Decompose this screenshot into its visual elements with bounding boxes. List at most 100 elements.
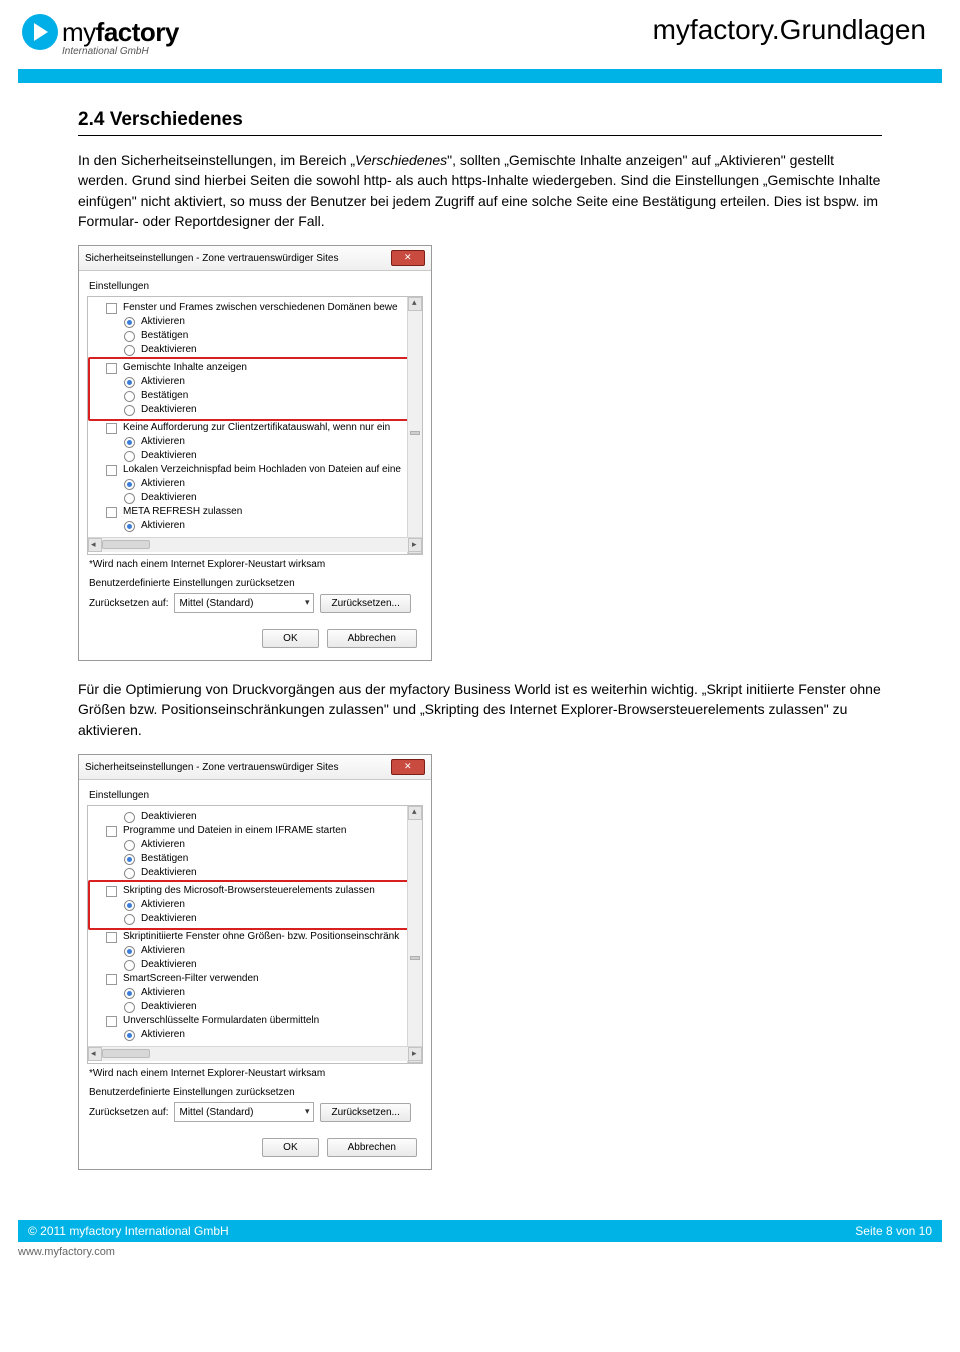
security-dialog-1: Sicherheitseinstellungen - Zone vertraue… [78, 245, 432, 661]
scrollbar-horizontal[interactable] [88, 537, 422, 552]
reset-button[interactable]: Zurücksetzen... [320, 1103, 410, 1122]
radio-option[interactable]: Deaktivieren [124, 1000, 418, 1014]
scrollbar-vertical[interactable] [407, 806, 422, 1063]
radio-option[interactable]: Aktivieren [124, 898, 418, 912]
radio-icon[interactable] [124, 437, 135, 448]
intro-paragraph-1: In den Sicherheitseinstellungen, im Bere… [78, 150, 882, 231]
tree-item[interactable]: Programme und Dateien in einem IFRAME st… [106, 824, 418, 838]
scrollbar-vertical[interactable] [407, 297, 422, 554]
checkbox-icon[interactable] [106, 303, 117, 314]
security-dialog-2: Sicherheitseinstellungen - Zone vertraue… [78, 754, 432, 1170]
reset-combo[interactable]: Mittel (Standard) [174, 1102, 314, 1122]
scrollbar-horizontal[interactable] [88, 1046, 422, 1061]
checkbox-icon[interactable] [106, 507, 117, 518]
tree-item[interactable]: Skriptinitiierte Fenster ohne Größen- bz… [106, 930, 418, 944]
radio-icon[interactable] [124, 900, 135, 911]
radio-option[interactable]: Aktivieren [124, 838, 418, 852]
brand-subtitle: International GmbH [62, 46, 179, 57]
radio-icon[interactable] [124, 493, 135, 504]
play-icon [22, 14, 58, 50]
radio-icon[interactable] [124, 840, 135, 851]
radio-option[interactable]: Deaktivieren [124, 343, 418, 357]
radio-icon[interactable] [124, 451, 135, 462]
radio-icon[interactable] [124, 345, 135, 356]
checkbox-icon[interactable] [106, 886, 117, 897]
settings-group-label: Einstellungen [89, 281, 423, 292]
footer-page-number: Seite 8 von 10 [855, 1224, 932, 1238]
reset-combo[interactable]: Mittel (Standard) [174, 593, 314, 613]
radio-option[interactable]: Aktivieren [124, 519, 418, 533]
radio-icon[interactable] [124, 868, 135, 879]
reset-button[interactable]: Zurücksetzen... [320, 594, 410, 613]
cancel-button[interactable]: Abbrechen [327, 1138, 417, 1157]
checkbox-icon[interactable] [106, 423, 117, 434]
radio-icon[interactable] [124, 1030, 135, 1041]
close-icon[interactable] [391, 759, 425, 775]
radio-icon[interactable] [124, 405, 135, 416]
page-footer: © 2011 myfactory International GmbH Seit… [0, 1220, 960, 1268]
footer-url: www.myfactory.com [18, 1246, 942, 1258]
logo: myfactory International GmbH [22, 14, 179, 57]
radio-icon[interactable] [124, 914, 135, 925]
dialog-titlebar: Sicherheitseinstellungen - Zone vertraue… [79, 246, 431, 271]
radio-option[interactable]: Deaktivieren [124, 403, 418, 417]
checkbox-icon[interactable] [106, 974, 117, 985]
radio-icon[interactable] [124, 331, 135, 342]
radio-option[interactable]: Deaktivieren [124, 958, 418, 972]
tree-item[interactable]: Gemischte Inhalte anzeigen [106, 361, 418, 375]
checkbox-icon[interactable] [106, 932, 117, 943]
checkbox-icon[interactable] [106, 465, 117, 476]
page-header: myfactory International GmbH myfactory.G… [0, 0, 960, 57]
tree-item[interactable]: Keine Aufforderung zur Clientzertifikata… [106, 421, 418, 435]
radio-option[interactable]: Bestätigen [124, 329, 418, 343]
ok-button[interactable]: OK [262, 1138, 318, 1157]
close-icon[interactable] [391, 250, 425, 266]
radio-option[interactable]: Deaktivieren [124, 491, 418, 505]
tree-item[interactable]: Lokalen Verzeichnispfad beim Hochladen v… [106, 463, 418, 477]
radio-option[interactable]: Aktivieren [124, 477, 418, 491]
radio-icon[interactable] [124, 1002, 135, 1013]
radio-icon[interactable] [124, 317, 135, 328]
radio-icon[interactable] [124, 988, 135, 999]
settings-tree[interactable]: Fenster und Frames zwischen verschiedene… [87, 296, 423, 555]
cancel-button[interactable]: Abbrechen [327, 629, 417, 648]
footer-copyright: © 2011 myfactory International GmbH [28, 1224, 229, 1238]
checkbox-icon[interactable] [106, 1016, 117, 1027]
radio-option[interactable]: Aktivieren [124, 315, 418, 329]
radio-option[interactable]: Deaktivieren [124, 912, 418, 926]
ok-button[interactable]: OK [262, 629, 318, 648]
radio-option[interactable]: Aktivieren [124, 435, 418, 449]
radio-icon[interactable] [124, 521, 135, 532]
dialog-title: Sicherheitseinstellungen - Zone vertraue… [85, 253, 338, 264]
tree-item[interactable]: Unverschlüsselte Formulardaten übermitte… [106, 1014, 418, 1028]
dialog-titlebar: Sicherheitseinstellungen - Zone vertraue… [79, 755, 431, 780]
radio-option[interactable]: Deaktivieren [124, 810, 418, 824]
radio-icon[interactable] [124, 812, 135, 823]
radio-icon[interactable] [124, 391, 135, 402]
radio-option[interactable]: Bestätigen [124, 389, 418, 403]
radio-icon[interactable] [124, 960, 135, 971]
section-heading: 2.4 Verschiedenes [78, 109, 882, 136]
radio-option[interactable]: Bestätigen [124, 852, 418, 866]
radio-icon[interactable] [124, 854, 135, 865]
tree-item[interactable]: Skripting des Microsoft-Browsersteuerele… [106, 884, 418, 898]
radio-icon[interactable] [124, 377, 135, 388]
header-divider [18, 69, 942, 83]
checkbox-icon[interactable] [106, 363, 117, 374]
reset-label: Zurücksetzen auf: [89, 1107, 168, 1118]
reset-label: Zurücksetzen auf: [89, 598, 168, 609]
checkbox-icon[interactable] [106, 826, 117, 837]
radio-icon[interactable] [124, 479, 135, 490]
reset-group-label: Benutzerdefinierte Einstellungen zurücks… [89, 1087, 423, 1098]
tree-item[interactable]: SmartScreen-Filter verwenden [106, 972, 418, 986]
tree-item[interactable]: META REFRESH zulassen [106, 505, 418, 519]
radio-option[interactable]: Aktivieren [124, 986, 418, 1000]
radio-option[interactable]: Aktivieren [124, 1028, 418, 1042]
radio-option[interactable]: Aktivieren [124, 375, 418, 389]
radio-option[interactable]: Aktivieren [124, 944, 418, 958]
radio-option[interactable]: Deaktivieren [124, 449, 418, 463]
radio-icon[interactable] [124, 946, 135, 957]
settings-tree[interactable]: Deaktivieren Programme und Dateien in ei… [87, 805, 423, 1064]
radio-option[interactable]: Deaktivieren [124, 866, 418, 880]
tree-item[interactable]: Fenster und Frames zwischen verschiedene… [106, 301, 418, 315]
